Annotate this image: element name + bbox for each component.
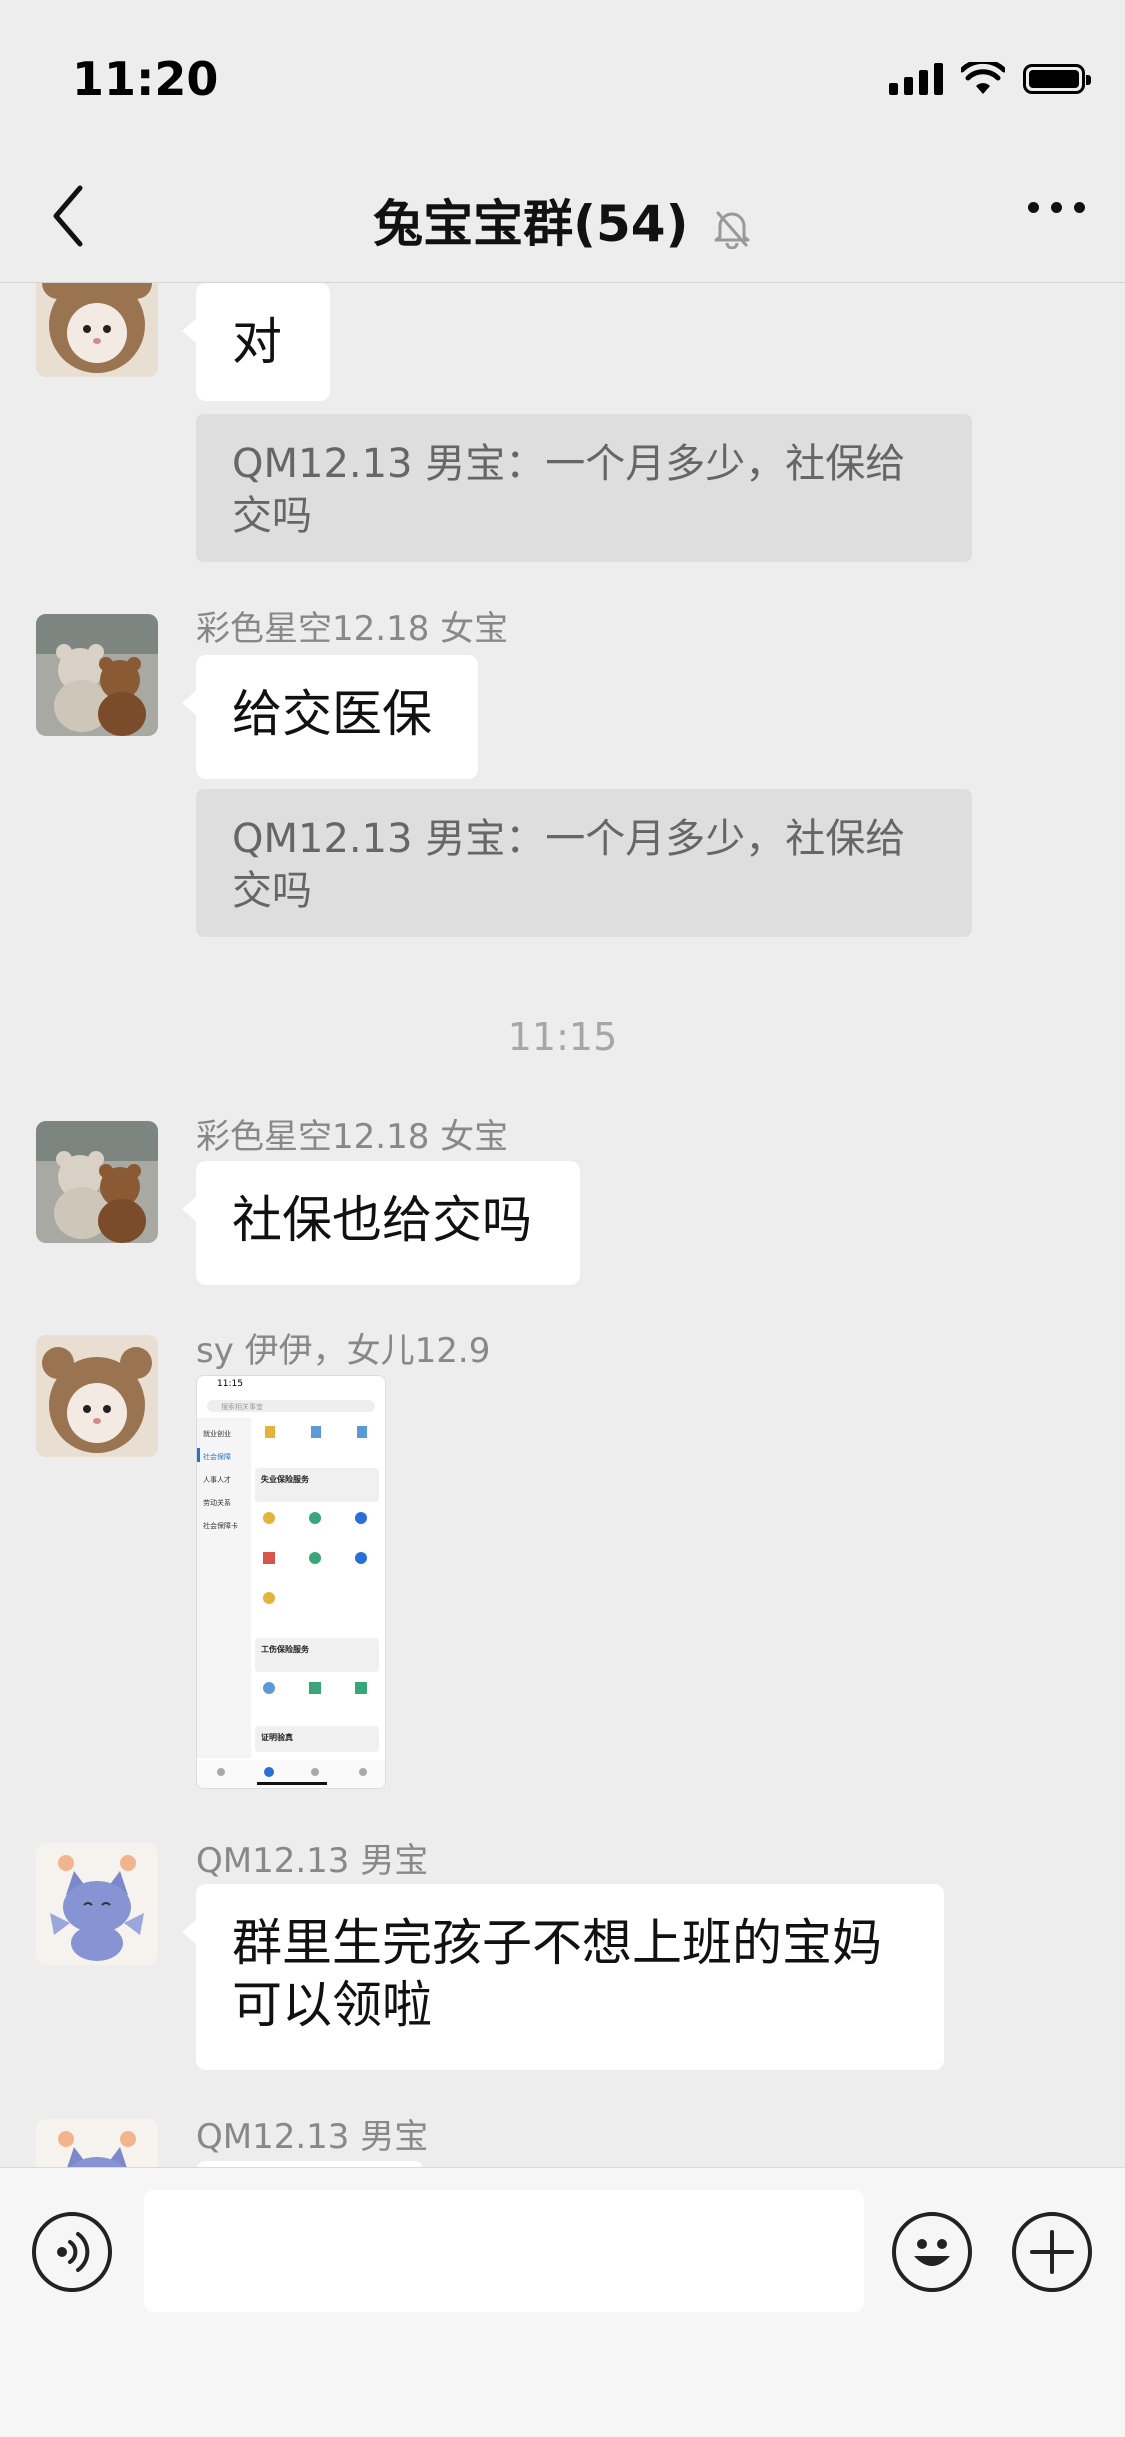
plus-icon: [1030, 2230, 1074, 2274]
message-bubble[interactable]: 群里生完孩子不想上班的宝妈 可以领啦: [182, 1884, 944, 2070]
group-title-text: 兔宝宝群(54): [373, 195, 689, 253]
message-line: 可以领啦: [232, 1976, 432, 2034]
message-bubble[interactable]: 社保也给交吗: [182, 1161, 580, 1285]
status-bar: 11:20: [0, 0, 1125, 150]
thumb-sidebar-2: 人事人才: [203, 1475, 231, 1484]
status-time: 11:20: [72, 52, 219, 106]
avatar-bear-hat[interactable]: [36, 283, 158, 377]
quoted-message[interactable]: QM12.13 男宝：一个月多少，社保给交吗: [196, 414, 972, 562]
thumb-time: 11:15: [217, 1379, 243, 1389]
message-input[interactable]: [144, 2190, 864, 2312]
avatar-blue-cat[interactable]: [36, 1843, 158, 1965]
message-bubble[interactable]: 对: [182, 283, 330, 401]
chat-message-list[interactable]: 对 QM12.13 男宝：一个月多少，社保给交吗 彩色星空12.18 女宝 给交…: [0, 283, 1125, 2167]
thumb-search: 搜索相关事宜: [221, 1402, 263, 1411]
voice-icon: [57, 2232, 90, 2272]
emoji-button[interactable]: [892, 2212, 972, 2292]
battery-icon: [1023, 64, 1091, 94]
image-message-thumbnail[interactable]: 11:15 搜索相关事宜 就业创业 社会保障 人事人才 劳动关系 社会保障卡 失…: [196, 1375, 386, 1789]
sender-name: 彩色星空12.18 女宝: [196, 609, 509, 649]
smiley-icon: [914, 2239, 950, 2266]
thumb-section-2: 工伤保险服务: [261, 1644, 310, 1654]
message-line: 群里生完孩子不想上班的宝妈: [232, 1914, 882, 1972]
avatar-blue-cat[interactable]: [36, 2119, 158, 2167]
voice-input-button[interactable]: [32, 2212, 112, 2292]
avatar-bear-hat[interactable]: [36, 1335, 158, 1457]
sender-name: QM12.13 男宝: [196, 1841, 429, 1881]
status-icons: [889, 62, 1091, 96]
timestamp: 11:15: [507, 1015, 618, 1059]
avatar-teddy-bears[interactable]: [36, 1121, 158, 1243]
sender-name: sy 伊伊，女儿12.9: [196, 1331, 491, 1371]
sender-name: QM12.13 男宝: [196, 2117, 429, 2157]
quoted-message[interactable]: QM12.13 男宝：一个月多少，社保给交吗: [196, 789, 972, 937]
thumb-section-1: 失业保险服务: [261, 1474, 310, 1484]
chat-header: 兔宝宝群(54): [0, 150, 1125, 283]
thumb-sidebar-4: 社会保障卡: [203, 1521, 238, 1530]
cellular-signal-icon: [889, 63, 943, 95]
chat-input-bar: [0, 2167, 1125, 2437]
message-bubble[interactable]: 给交医保: [182, 655, 478, 779]
wifi-icon: [961, 62, 1005, 94]
more-functions-button[interactable]: [1012, 2212, 1092, 2292]
muted-bell-icon: [714, 211, 750, 249]
thumb-sidebar-0: 就业创业: [203, 1429, 231, 1438]
group-title: 兔宝宝群(54): [0, 184, 1125, 256]
sender-name: 彩色星空12.18 女宝: [196, 1117, 509, 1157]
avatar-teddy-bears[interactable]: [36, 614, 158, 736]
more-options-icon[interactable]: [1028, 202, 1085, 213]
thumb-section-3: 证明验真: [261, 1732, 293, 1742]
thumb-sidebar-1: 社会保障: [203, 1452, 231, 1461]
thumb-sidebar-3: 劳动关系: [203, 1498, 231, 1507]
